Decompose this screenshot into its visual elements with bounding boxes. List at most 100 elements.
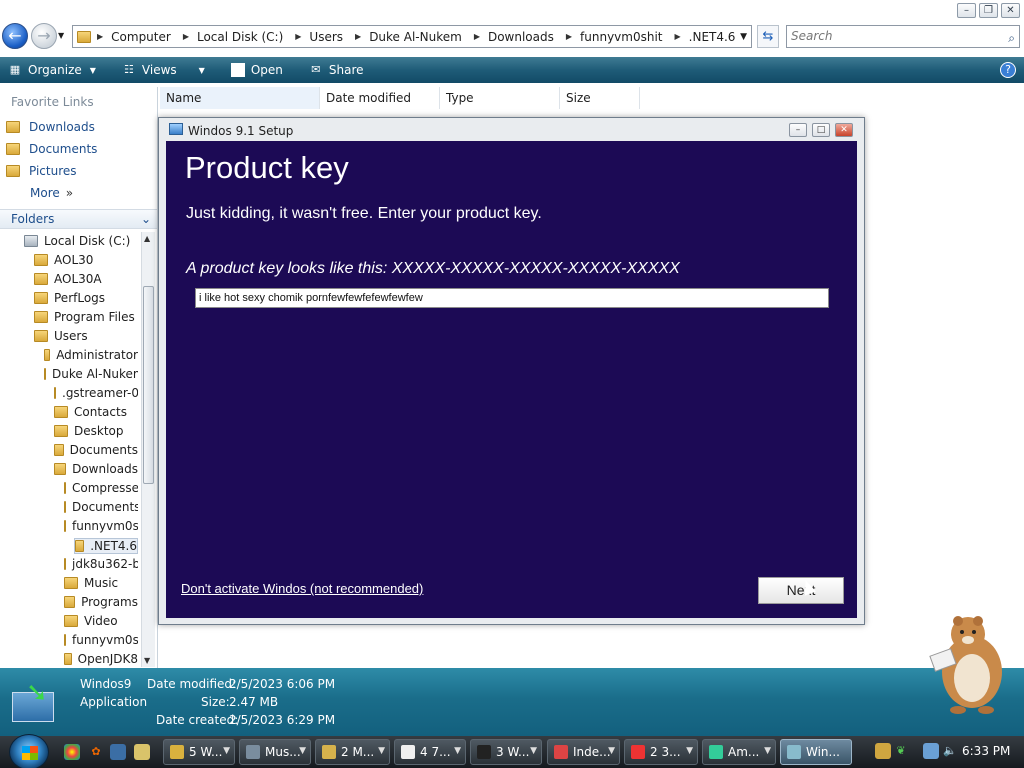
- tree-item[interactable]: Video: [64, 614, 138, 628]
- scrollbar-thumb[interactable]: [143, 286, 154, 484]
- favorites-more[interactable]: More »: [30, 186, 73, 200]
- breadcrumb-computer[interactable]: Computer: [111, 30, 171, 44]
- help-button[interactable]: ?: [1000, 62, 1016, 78]
- dialog-maximize-button[interactable]: □: [812, 123, 830, 137]
- taskbar-button[interactable]: Win...: [780, 739, 852, 765]
- dialog-close-button[interactable]: ✕: [835, 123, 853, 137]
- tree-item[interactable]: Duke Al-Nukem: [44, 367, 138, 381]
- chevron-down-icon[interactable]: ▼: [740, 32, 747, 42]
- breadcrumb-net46[interactable]: .NET4.6: [689, 30, 736, 44]
- skip-activation-link[interactable]: Don't activate Windos (not recommended): [181, 581, 423, 596]
- minimize-button[interactable]: –: [957, 3, 976, 18]
- network-icon[interactable]: [923, 743, 939, 759]
- taskbar-button[interactable]: 5 W... ▼: [163, 739, 235, 765]
- tree-item[interactable]: Local Disk (C:): [24, 234, 138, 248]
- tray-leaf-icon[interactable]: ❦: [893, 743, 909, 759]
- column-size[interactable]: Size: [560, 87, 640, 109]
- tray-app-icon[interactable]: [875, 743, 891, 759]
- taskbar-button[interactable]: Am... ▼: [702, 739, 776, 765]
- taskbar-button[interactable]: Mus... ▼: [239, 739, 311, 765]
- tree-item[interactable]: Administrator: [44, 348, 138, 362]
- clock[interactable]: 6:33 PM: [962, 744, 1010, 758]
- chevron-down-icon[interactable]: ▼: [608, 746, 615, 756]
- share-button[interactable]: ✉ Share: [301, 63, 363, 77]
- taskbar-button[interactable]: 4 7... ▼: [394, 739, 466, 765]
- column-date-modified[interactable]: Date modified: [320, 87, 440, 109]
- chevron-right-icon[interactable]: ▶: [295, 32, 301, 41]
- taskbar-button[interactable]: Inde... ▼: [547, 739, 620, 765]
- tree-item[interactable]: .NET4.6: [74, 538, 138, 554]
- refresh-button[interactable]: ⇆: [757, 25, 779, 48]
- chevron-down-icon[interactable]: ▼: [764, 746, 771, 756]
- chevron-down-icon[interactable]: ▼: [686, 746, 693, 756]
- forward-button[interactable]: →: [31, 23, 57, 49]
- breadcrumb-downloads[interactable]: Downloads: [488, 30, 554, 44]
- hamster-mascot-icon[interactable]: [928, 612, 1006, 716]
- tree-item[interactable]: Documents: [54, 443, 138, 457]
- tree-item[interactable]: Contacts: [54, 405, 138, 419]
- scroll-up-icon[interactable]: ▲: [144, 234, 150, 243]
- views-button[interactable]: ☷ Views ▼: [114, 63, 205, 77]
- show-desktop-icon[interactable]: [110, 744, 126, 760]
- tree-item[interactable]: OpenJDK8: [64, 652, 138, 666]
- tree-item[interactable]: Users: [34, 329, 138, 343]
- recent-pages-dropdown-icon[interactable]: ▼: [58, 31, 64, 40]
- chevron-down-icon[interactable]: ▼: [530, 746, 537, 756]
- chrome-icon[interactable]: [64, 744, 80, 760]
- tree-item[interactable]: PerfLogs: [34, 291, 138, 305]
- product-key-input[interactable]: i like hot sexy chomik pornfewfewfefewfe…: [195, 288, 829, 308]
- chevron-right-icon[interactable]: ▶: [97, 32, 103, 41]
- tree-item[interactable]: jdk8u362-b: [64, 557, 138, 571]
- tree-item[interactable]: Downloads: [54, 462, 138, 476]
- chevron-right-icon[interactable]: ▶: [566, 32, 572, 41]
- chevron-right-icon[interactable]: ▶: [183, 32, 189, 41]
- restore-button[interactable]: ❐: [979, 3, 998, 18]
- switch-windows-icon[interactable]: [134, 744, 150, 760]
- chevron-down-icon[interactable]: ▼: [378, 746, 385, 756]
- tree-item[interactable]: Documents: [64, 500, 138, 514]
- search-icon[interactable]: ⌕: [1008, 28, 1015, 49]
- chevron-down-icon[interactable]: ▼: [299, 746, 306, 756]
- tree-item[interactable]: AOL30: [34, 253, 138, 267]
- address-path[interactable]: ▶ Computer ▶ Local Disk (C:) ▶ Users ▶ D…: [72, 25, 752, 48]
- chevron-down-icon[interactable]: ▼: [223, 746, 230, 756]
- scroll-down-icon[interactable]: ▼: [144, 656, 150, 665]
- chevron-right-icon[interactable]: ▶: [675, 32, 681, 41]
- tree-item[interactable]: Program Files: [34, 310, 138, 324]
- breadcrumb-funnyvm0shit[interactable]: funnyvm0shit: [580, 30, 662, 44]
- organize-button[interactable]: ▦ Organize ▼: [0, 63, 96, 77]
- tree-scrollbar[interactable]: ▲ ▼: [141, 232, 155, 667]
- start-button[interactable]: [9, 734, 49, 768]
- tree-item[interactable]: funnyvm0shit: [64, 519, 138, 533]
- close-button[interactable]: ✕: [1001, 3, 1020, 18]
- firefox-icon[interactable]: ✿: [88, 744, 104, 760]
- chevron-right-icon[interactable]: ▶: [474, 32, 480, 41]
- open-button[interactable]: Open: [223, 63, 283, 77]
- breadcrumb-user[interactable]: Duke Al-Nukem: [369, 30, 462, 44]
- back-button[interactable]: ←: [2, 23, 28, 49]
- taskbar-button[interactable]: 2 M... ▼: [315, 739, 390, 765]
- volume-icon[interactable]: 🔈: [942, 743, 958, 759]
- chevron-down-icon[interactable]: ▼: [454, 746, 461, 756]
- tree-item[interactable]: Music: [64, 576, 138, 590]
- tree-item[interactable]: Compressed: [64, 481, 138, 495]
- favorite-downloads[interactable]: Downloads: [6, 120, 95, 134]
- tree-item[interactable]: Desktop: [54, 424, 138, 438]
- tree-item[interactable]: AOL30A: [34, 272, 138, 286]
- column-name[interactable]: Name: [160, 87, 320, 109]
- taskbar-button[interactable]: 2 3... ▼: [624, 739, 698, 765]
- tree-item[interactable]: .gstreamer-0: [54, 386, 138, 400]
- tree-item[interactable]: Programs: [64, 595, 138, 609]
- dialog-minimize-button[interactable]: –: [789, 123, 807, 137]
- folders-header[interactable]: Folders ⌄: [0, 209, 157, 229]
- search-input[interactable]: Search ⌕: [786, 25, 1020, 48]
- tree-item[interactable]: funnyvm0s: [64, 633, 138, 647]
- chevron-down-icon[interactable]: ⌄: [141, 210, 151, 228]
- column-type[interactable]: Type: [440, 87, 560, 109]
- breadcrumb-local-disk[interactable]: Local Disk (C:): [197, 30, 283, 44]
- favorite-pictures[interactable]: Pictures: [6, 164, 77, 178]
- taskbar-button[interactable]: 3 W... ▼: [470, 739, 542, 765]
- breadcrumb-users[interactable]: Users: [309, 30, 343, 44]
- chevron-right-icon[interactable]: ▶: [355, 32, 361, 41]
- favorite-documents[interactable]: Documents: [6, 142, 97, 156]
